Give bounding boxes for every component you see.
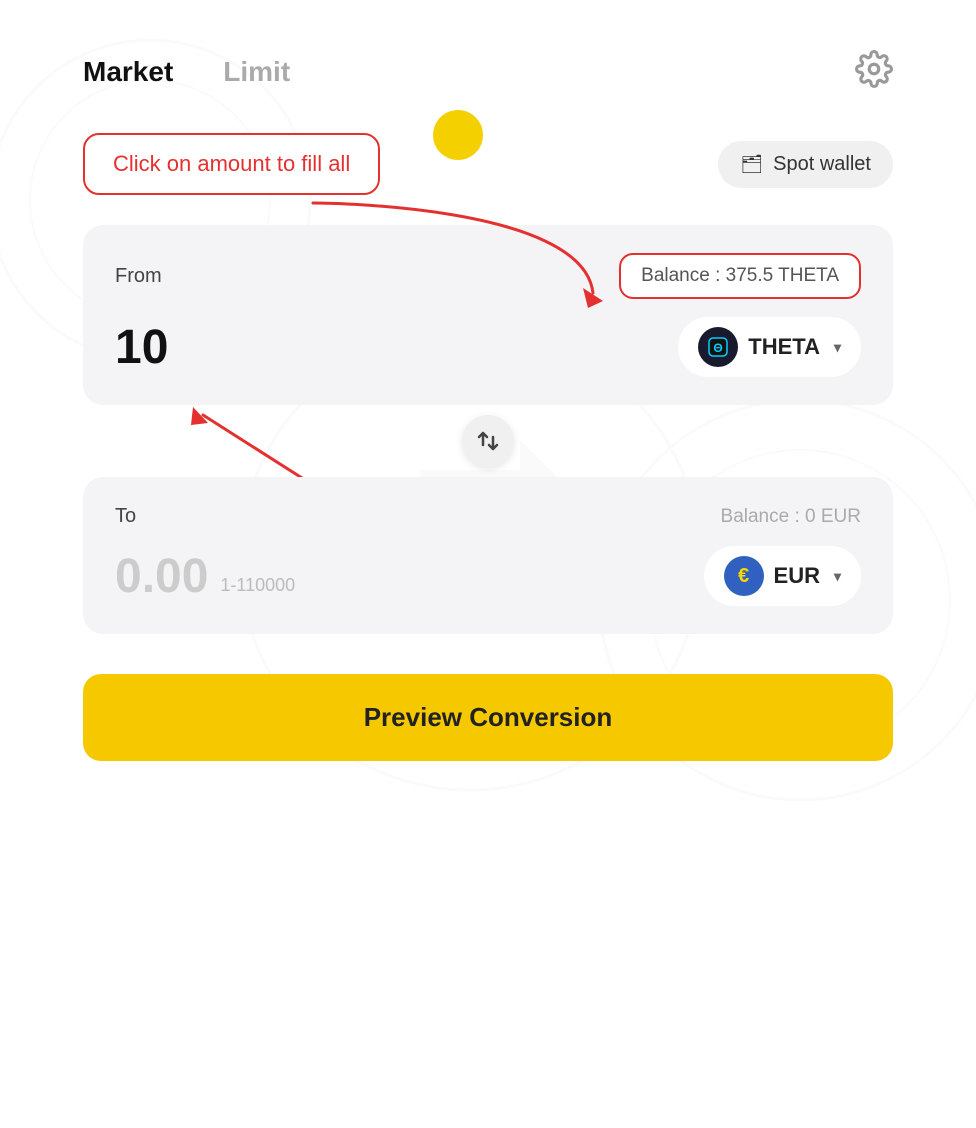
- to-label: To: [115, 505, 136, 528]
- to-card: To Balance : 0 EUR 0.00 1-110000 € EUR ▾: [83, 477, 893, 634]
- click-hint-box[interactable]: Click on amount to fill all: [83, 133, 380, 195]
- yellow-dot-decoration: [433, 110, 483, 160]
- from-label: From: [115, 265, 162, 288]
- gear-button[interactable]: [855, 50, 893, 93]
- to-currency-selector[interactable]: € EUR ▾: [704, 546, 861, 606]
- wallet-icon: 🗂: [740, 154, 763, 175]
- from-card-body: 10 Θ THETA ▾: [115, 317, 861, 377]
- theta-icon: Θ: [698, 327, 738, 367]
- to-currency-label: EUR: [774, 563, 820, 589]
- from-amount[interactable]: 10: [115, 320, 168, 375]
- swap-button[interactable]: [462, 415, 514, 467]
- to-card-body: 0.00 1-110000 € EUR ▾: [115, 546, 861, 606]
- eur-symbol: €: [738, 565, 749, 588]
- to-card-header: To Balance : 0 EUR: [115, 505, 861, 528]
- from-currency-selector[interactable]: Θ THETA ▾: [678, 317, 861, 377]
- from-balance-box[interactable]: Balance : 375.5 THETA: [619, 253, 861, 299]
- to-currency-chevron: ▾: [834, 568, 841, 585]
- spot-wallet-button[interactable]: 🗂 Spot wallet: [718, 141, 893, 188]
- tab-market[interactable]: Market: [83, 56, 173, 88]
- to-range-hint: 1-110000: [220, 575, 295, 604]
- from-currency-chevron: ▾: [834, 339, 841, 356]
- from-currency-label: THETA: [748, 334, 820, 360]
- spot-wallet-label: Spot wallet: [773, 153, 871, 176]
- to-balance: Balance : 0 EUR: [721, 506, 861, 528]
- annotation-row: Click on amount to fill all 🗂 Spot walle…: [83, 133, 893, 195]
- svg-text:Θ: Θ: [714, 341, 723, 355]
- to-amount-placeholder[interactable]: 0.00: [115, 549, 208, 604]
- swap-row: [83, 415, 893, 467]
- from-card-header: From Balance : 375.5 THETA: [115, 253, 861, 299]
- from-card: From Balance : 375.5 THETA 10 Θ THETA ▾: [83, 225, 893, 405]
- to-amount-row: 0.00 1-110000: [115, 549, 295, 604]
- tabs-row: Market Limit: [83, 50, 893, 93]
- eur-icon: €: [724, 556, 764, 596]
- preview-conversion-button[interactable]: Preview Conversion: [83, 674, 893, 761]
- tab-limit[interactable]: Limit: [223, 56, 290, 88]
- tabs-left: Market Limit: [83, 56, 290, 88]
